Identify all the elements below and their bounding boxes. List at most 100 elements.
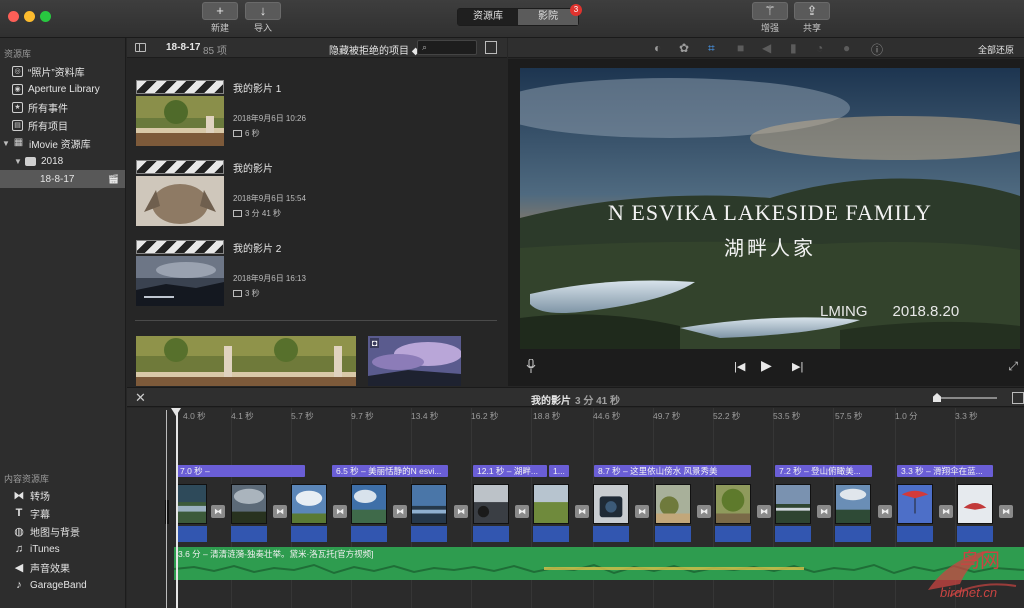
info-icon[interactable]: ⓘ <box>871 41 883 58</box>
timeline-settings-icon[interactable] <box>1012 392 1024 404</box>
video-clip[interactable] <box>715 484 751 524</box>
voiceover-mic-icon[interactable] <box>526 358 536 373</box>
video-clip[interactable] <box>957 484 993 524</box>
clapper-icon <box>136 160 224 174</box>
sidebar-item-all-projects[interactable]: ▤ 所有项目 <box>0 116 125 134</box>
title-clip[interactable]: 1... <box>549 465 569 477</box>
event-clip-thumbnail[interactable] <box>136 336 356 386</box>
reset-all-button[interactable]: 全部还原 <box>978 43 1014 56</box>
disclosure-triangle-icon[interactable]: ▼ <box>2 139 10 148</box>
crop-icon[interactable]: ⌗ <box>708 41 715 56</box>
sidebar-item-imovie-library[interactable]: ▼ ▦ iMovie 资源库 <box>0 134 125 152</box>
video-preview[interactable]: N ESVIKA LAKESIDE FAMILY 湖畔人家 LMING 2018… <box>520 68 1020 349</box>
color-balance-icon[interactable]: ◐ <box>654 41 661 55</box>
content-item-maps-backgrounds[interactable]: ◍ 地图与背景 <box>0 522 126 540</box>
project-item[interactable]: 我的影片 1 2018年9月6日 10:26 6 秒 <box>135 80 497 152</box>
sidebar-item-label: 2018 <box>41 155 64 167</box>
content-item-itunes[interactable]: ♫ iTunes <box>0 540 126 558</box>
transition-icon[interactable]: ⧓ <box>515 505 529 518</box>
play-icon[interactable]: ▶ <box>761 357 772 374</box>
sidebar-item-18-8-17[interactable]: 18-8-17 🎬︎ <box>0 170 125 188</box>
transition-icon[interactable]: ⧓ <box>817 505 831 518</box>
tab-library[interactable]: 资源库 <box>458 9 518 25</box>
transition-icon[interactable]: ⧓ <box>757 505 771 518</box>
sidebar-item-aperture-library[interactable]: ◉ Aperture Library <box>0 80 125 98</box>
skip-forward-icon[interactable]: ▶| <box>792 360 803 373</box>
sidebar-item-all-events[interactable]: ★ 所有事件 <box>0 98 125 116</box>
video-clip[interactable] <box>593 484 629 524</box>
title-clip[interactable]: 12.1 秒 – 湖畔... <box>473 465 547 477</box>
transition-icon[interactable]: ⧓ <box>273 505 287 518</box>
content-item-titles[interactable]: T 字幕 <box>0 504 126 522</box>
transition-icon[interactable]: ⧓ <box>999 505 1013 518</box>
playhead[interactable] <box>176 410 178 608</box>
globe-icon: ◍ <box>14 525 24 538</box>
transition-icon[interactable]: ⧓ <box>939 505 953 518</box>
noise-reduction-icon[interactable]: ▮ <box>790 41 797 55</box>
transition-icon[interactable]: ⧓ <box>635 505 649 518</box>
skip-back-icon[interactable]: |◀ <box>734 360 745 373</box>
video-clip[interactable] <box>835 484 871 524</box>
new-button[interactable]: + 新建 <box>202 2 238 34</box>
tab-theater[interactable]: 影院 3 <box>518 4 582 25</box>
sidebar-item-photos-library[interactable]: ◎ “照片”资料库 <box>0 62 125 80</box>
video-clip[interactable] <box>231 484 267 524</box>
volume-icon[interactable]: ◀ <box>762 41 771 55</box>
video-clip[interactable] <box>655 484 691 524</box>
movie-title-line1: N ESVIKA LAKESIDE FAMILY <box>608 200 932 225</box>
video-clip[interactable] <box>897 484 933 524</box>
transition-icon[interactable]: ⧓ <box>697 505 711 518</box>
background-music-track[interactable]: 3.6 分 – 清清涟漪-独奏壮举。黛米·洛瓦托[官方视频] <box>174 547 1024 580</box>
video-clip[interactable] <box>351 484 387 524</box>
search-field[interactable]: ⌕ <box>417 40 477 55</box>
share-button[interactable]: ⇪ 共享 <box>794 2 830 34</box>
minimize-window-button[interactable] <box>24 11 35 22</box>
title-clip[interactable]: 8.7 秒 – 这里依山傍水 风景秀美 <box>594 465 751 477</box>
project-item[interactable]: 我的影片 2018年9月6日 15:54 3 分 41 秒 <box>135 160 497 232</box>
color-correction-icon[interactable]: ✿ <box>679 41 689 55</box>
aperture-icon: ◉ <box>12 83 23 95</box>
clip-filter-icon[interactable]: ● <box>843 41 850 55</box>
video-clip[interactable] <box>411 484 447 524</box>
sidebar: 资源库 ◎ “照片”资料库 ◉ Aperture Library ★ 所有事件 … <box>0 38 126 608</box>
project-duration: 6 秒 <box>233 128 260 139</box>
disclosure-triangle-icon[interactable]: ▼ <box>14 157 22 166</box>
speed-icon[interactable]: ◔ <box>816 41 823 55</box>
video-clip[interactable] <box>775 484 811 524</box>
video-clip[interactable] <box>291 484 327 524</box>
camera-icon: ◘ <box>370 338 380 348</box>
title-clip[interactable]: 3.3 秒 – 滑翔伞在蓝... <box>897 465 993 477</box>
transition-icon[interactable]: ⧓ <box>454 505 468 518</box>
content-library-header: 内容资源库 <box>4 474 50 484</box>
title-clip[interactable]: 6.5 秒 – 美丽恬静的N esvi... <box>332 465 448 477</box>
zoom-window-button[interactable] <box>40 11 51 22</box>
filter-dropdown[interactable]: 隐藏被拒绝的项目 ◆ <box>329 42 419 57</box>
fullscreen-icon[interactable]: ⤢ <box>1008 359 1018 374</box>
zoom-slider-track[interactable] <box>935 397 997 399</box>
close-window-button[interactable] <box>8 11 19 22</box>
sidebar-toggle-icon[interactable] <box>135 43 146 52</box>
project-item[interactable]: 我的影片 2 2018年9月6日 16:13 3 秒 <box>135 240 497 312</box>
watermark-url-text: birdnet.cn <box>940 585 998 600</box>
transition-icon[interactable]: ⧓ <box>575 505 589 518</box>
content-item-sound-effects[interactable]: ◀ 声音效果 <box>0 558 126 576</box>
transition-icon[interactable]: ⧓ <box>211 505 225 518</box>
transition-icon[interactable]: ⧓ <box>878 505 892 518</box>
video-clip[interactable] <box>176 484 207 524</box>
transition-icon[interactable]: ⧓ <box>333 505 347 518</box>
enhance-button[interactable]: ⚚ 增强 <box>752 2 788 34</box>
video-clip[interactable] <box>473 484 509 524</box>
title-clip[interactable]: 7.0 秒 – <box>176 465 305 477</box>
content-item-garageband[interactable]: ♪ GarageBand <box>0 576 126 594</box>
content-item-transitions[interactable]: ⧓ 转场 <box>0 486 126 504</box>
title-clip[interactable]: 7.2 秒 – 登山俯瞰美... <box>775 465 872 477</box>
clip-audio <box>291 526 327 542</box>
event-photo-thumbnail[interactable]: ◘ <box>368 336 461 386</box>
import-button[interactable]: ↓ 导入 <box>245 2 281 34</box>
sidebar-item-2018[interactable]: ▼ 2018 <box>0 152 125 170</box>
clip-appearance-icon[interactable] <box>485 41 497 54</box>
stabilization-icon[interactable]: ■ <box>737 41 744 55</box>
timeline[interactable]: 4.0 秒 4.1 秒 5.7 秒 9.7 秒 13.4 秒 16.2 秒 18… <box>127 408 1024 608</box>
video-clip[interactable] <box>533 484 569 524</box>
transition-icon[interactable]: ⧓ <box>393 505 407 518</box>
